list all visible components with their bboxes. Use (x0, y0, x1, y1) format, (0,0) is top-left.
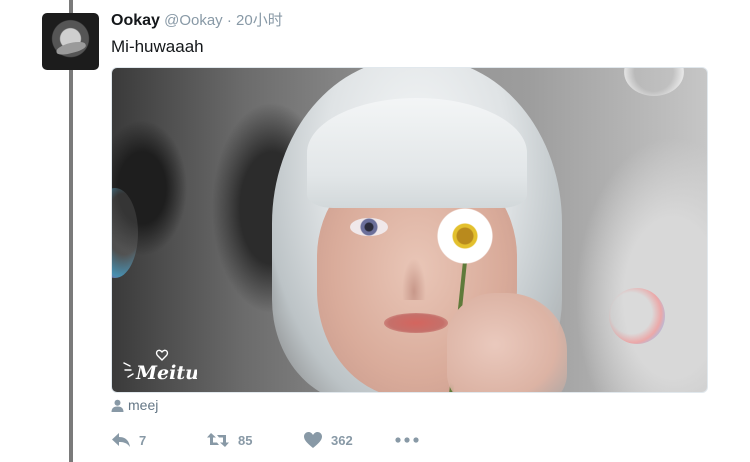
avatar[interactable] (42, 13, 99, 70)
heart-icon (304, 432, 322, 448)
more-options-button[interactable] (395, 428, 427, 452)
retweet-icon (207, 433, 229, 447)
photo-eye (350, 218, 388, 236)
tagged-user-name: meej (128, 397, 159, 413)
photo-lips (384, 313, 448, 333)
photo-bangs (307, 98, 527, 208)
reply-arrow-icon (112, 433, 130, 447)
photo-nose (402, 258, 426, 300)
tweet-header: Ookay @Ookay · 20小时 (111, 11, 283, 31)
reply-button[interactable]: 7 (111, 428, 146, 452)
tweet-text: Mi-huwaaah (111, 37, 204, 56)
more-dots-icon (395, 437, 419, 443)
retweet-count: 85 (238, 432, 253, 448)
tweet-photo[interactable]: Meitu (111, 67, 708, 393)
tagged-user[interactable]: meej (111, 396, 158, 414)
watermark-text: Meitu (135, 362, 197, 384)
like-button[interactable]: 362 (303, 428, 353, 452)
retweet-button[interactable]: 85 (206, 428, 252, 452)
user-handle[interactable]: @Ookay (164, 12, 223, 29)
person-icon (111, 399, 124, 412)
meitu-watermark-logo: Meitu (123, 349, 197, 384)
display-name[interactable]: Ookay (111, 12, 160, 29)
bubble-left (112, 188, 138, 278)
separator-dot: · (226, 12, 232, 29)
bubble-top (624, 68, 684, 96)
like-count: 362 (331, 432, 353, 448)
reply-count: 7 (139, 432, 147, 448)
bubble-right (609, 288, 665, 344)
timestamp[interactable]: 20小时 (236, 12, 283, 29)
daisy-flower (434, 208, 496, 264)
